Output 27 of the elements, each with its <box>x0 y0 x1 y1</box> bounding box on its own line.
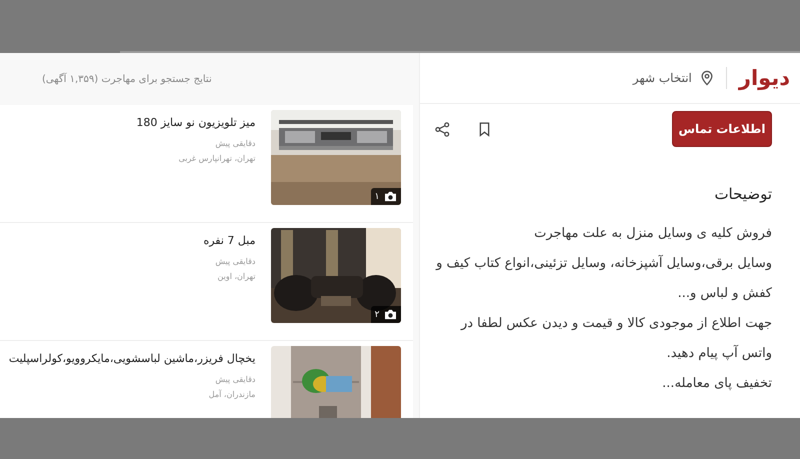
camera-icon <box>384 191 398 202</box>
contact-info-button[interactable]: اطلاعات تماس <box>672 111 772 147</box>
listing-time: دقایقی پیش <box>214 139 256 148</box>
description-paragraph: فروش کلیه ی وسایل منزل به علت مهاجرت <box>533 225 772 243</box>
listing-time: دقایقی پیش <box>214 375 256 384</box>
bookmark-icon[interactable] <box>479 122 490 136</box>
location-pin-icon <box>700 70 714 86</box>
listing-location: تهران، تهرانپارس غربی <box>178 154 256 163</box>
share-icon[interactable] <box>435 122 450 136</box>
listing-location: تهران، اوین <box>216 272 256 281</box>
camera-icon <box>384 309 398 320</box>
listing-card[interactable]: میز تلویزیون نو سایز 180 دقایقی پیش تهران، تهرانپارس غربی ۱ <box>0 105 414 223</box>
listing-time: دقایقی پیش <box>214 257 256 266</box>
logo[interactable]: دیوار <box>738 66 790 90</box>
photo-count-badge: ۱ <box>370 188 402 205</box>
description-paragraph: جهت اطلاع از موجودی کالا و قیمت و دیدن عکس لطفا در واتس آپ پیام دهید. <box>460 315 772 363</box>
listing-title: یخچال فریزر،ماشین لباسشویی،مایکروویو،کولراسپلیت <box>8 352 256 365</box>
description-paragraph: وسایل برقی،وسایل آشپزخانه، وسایل تزئینی،انواع کتاب کیف و کفش و لباس و... <box>434 254 772 303</box>
results-summary: نتایج جستجو برای مهاجرت (۱,۳۵۹ آگهی) <box>42 74 212 84</box>
photo-count-badge: ۲ <box>370 306 402 323</box>
city-select-button[interactable]: انتخاب شهر <box>632 70 714 86</box>
listing-title: مبل 7 نفره <box>203 234 256 247</box>
listing-title: میز تلویزیون نو سایز 180 <box>136 116 256 129</box>
description-heading: توضیحات <box>713 185 772 203</box>
listing-location: مازندران، آمل <box>208 390 256 399</box>
description-paragraph: تخفیف پای معامله... <box>661 375 772 393</box>
listing-card[interactable]: مبل 7 نفره دقایقی پیش تهران، اوین ۲ <box>0 223 414 341</box>
